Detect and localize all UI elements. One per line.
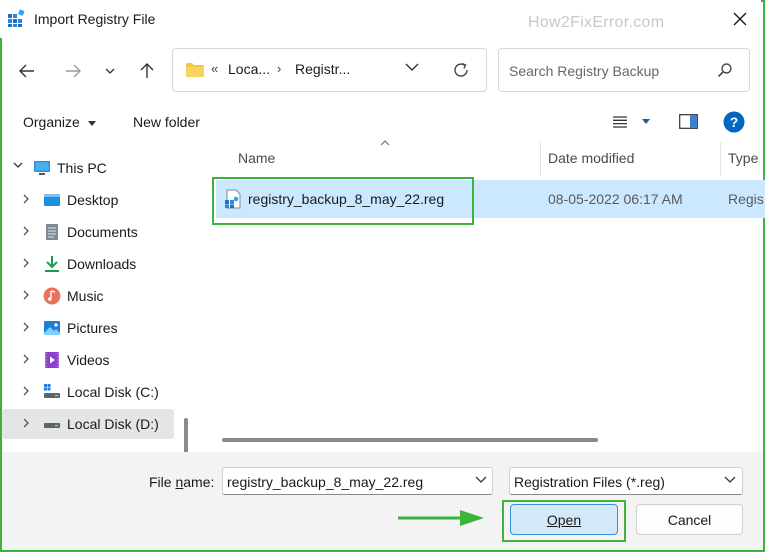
system-drive-icon	[44, 384, 60, 398]
nav-label: Local Disk (C:)	[67, 384, 159, 400]
desktop-icon	[44, 194, 60, 206]
nav-item-music[interactable]: Music	[2, 281, 174, 311]
chevron-down-icon	[724, 476, 736, 483]
nav-item-local-disk-c[interactable]: Local Disk (C:)	[2, 377, 174, 407]
watermark-text: How2FixError.com	[528, 14, 665, 31]
close-icon	[733, 12, 747, 26]
forward-button[interactable]	[58, 56, 88, 86]
registry-app-icon	[8, 9, 25, 27]
file-name: registry_backup_8_may_22.reg	[248, 191, 445, 207]
address-segment-local[interactable]: Loca...	[228, 61, 270, 77]
arrow-left-icon	[19, 64, 34, 78]
pictures-icon	[44, 321, 60, 335]
chevron-right-icon[interactable]	[23, 354, 29, 364]
organize-button[interactable]: Organize	[23, 114, 96, 130]
chevron-down-icon[interactable]	[405, 63, 419, 71]
music-icon	[43, 287, 61, 305]
column-header-type[interactable]: Type	[728, 150, 758, 166]
nav-label: Downloads	[67, 256, 137, 272]
file-name-input[interactable]	[227, 473, 465, 491]
nav-label: Pictures	[67, 320, 118, 336]
nav-label: Videos	[67, 352, 110, 368]
chevron-down-icon[interactable]	[475, 476, 487, 483]
refresh-icon[interactable]	[452, 61, 470, 79]
chevron-right-icon[interactable]	[23, 226, 29, 236]
view-list-icon[interactable]	[612, 116, 628, 128]
caret-down-icon[interactable]	[642, 119, 650, 124]
nav-label: Music	[67, 288, 104, 304]
nav-label: Local Disk (D:)	[67, 416, 159, 432]
nav-item-pictures[interactable]: Pictures	[2, 313, 174, 343]
nav-label: Documents	[67, 224, 138, 240]
chevron-right-icon[interactable]	[23, 386, 29, 396]
nav-item-local-disk-d[interactable]: Local Disk (D:)	[2, 409, 174, 439]
search-icon[interactable]	[717, 62, 733, 78]
chevron-right-icon[interactable]	[23, 194, 29, 204]
organize-label: Organize	[23, 114, 80, 130]
search-input[interactable]	[509, 61, 709, 81]
search-box[interactable]	[498, 48, 750, 92]
folder-icon	[186, 63, 204, 77]
up-button[interactable]	[132, 56, 162, 86]
sort-ascending-icon	[380, 140, 390, 146]
registry-file-icon	[225, 189, 241, 209]
chevron-down-icon[interactable]	[13, 162, 23, 168]
address-segment-registry[interactable]: Registr...	[295, 61, 350, 77]
caret-down-icon	[87, 120, 96, 126]
file-list-scrollbar[interactable]	[222, 438, 598, 442]
chevron-down-icon	[105, 68, 115, 74]
column-divider[interactable]	[720, 142, 721, 176]
chevron-right-icon[interactable]	[23, 290, 29, 300]
file-type-select[interactable]: Registration Files (*.reg)	[509, 467, 743, 495]
file-name-label: File name:	[149, 474, 215, 490]
column-divider[interactable]	[540, 142, 541, 176]
file-date-modified: 08-05-2022 06:17 AM	[548, 191, 683, 207]
navigation-pane: This PC Desktop Documents Downloads Musi…	[2, 142, 194, 520]
nav-item-this-pc[interactable]: This PC	[2, 153, 174, 183]
nav-item-videos[interactable]: Videos	[2, 345, 174, 375]
videos-icon	[45, 352, 59, 368]
file-row[interactable]: registry_backup_8_may_22.reg 08-05-2022 …	[216, 180, 765, 218]
svg-text:?: ?	[730, 114, 739, 130]
computer-icon	[34, 161, 50, 175]
help-icon[interactable]: ?	[723, 111, 745, 133]
title-bar: Import Registry File How2FixError.com	[0, 0, 761, 38]
documents-icon	[46, 224, 58, 240]
arrow-up-icon	[140, 63, 154, 78]
nav-item-downloads[interactable]: Downloads	[2, 249, 174, 279]
address-bar[interactable]: « Loca... › Registr...	[172, 48, 487, 92]
file-name-combobox[interactable]	[222, 467, 493, 495]
nav-item-documents[interactable]: Documents	[2, 217, 174, 247]
nav-label: Desktop	[67, 192, 119, 208]
new-folder-button[interactable]: New folder	[133, 114, 200, 130]
chevron-right-icon[interactable]	[23, 258, 29, 268]
open-button[interactable]: Open	[510, 504, 618, 535]
column-header-name[interactable]: Name	[238, 150, 275, 166]
nav-label: This PC	[57, 160, 107, 176]
chevron-right-icon[interactable]	[23, 322, 29, 332]
arrow-right-icon	[66, 64, 81, 78]
back-button[interactable]	[12, 56, 42, 86]
file-type: Regis	[728, 191, 764, 207]
chevron-right-icon[interactable]	[23, 418, 29, 428]
preview-pane-icon[interactable]	[679, 114, 698, 129]
file-type-value: Registration Files (*.reg)	[514, 474, 665, 490]
cancel-button[interactable]: Cancel	[636, 504, 743, 535]
recent-locations-button[interactable]	[95, 56, 125, 86]
nav-item-desktop[interactable]: Desktop	[2, 185, 174, 215]
window-title: Import Registry File	[34, 11, 156, 27]
arrow-right-annotation-icon	[398, 510, 484, 526]
address-overflow-chevron[interactable]: «	[211, 61, 218, 76]
column-header-date-modified[interactable]: Date modified	[548, 150, 634, 166]
drive-icon	[44, 423, 60, 428]
close-button[interactable]	[724, 4, 756, 34]
address-separator-chevron: ›	[277, 61, 282, 76]
downloads-icon	[45, 256, 59, 272]
